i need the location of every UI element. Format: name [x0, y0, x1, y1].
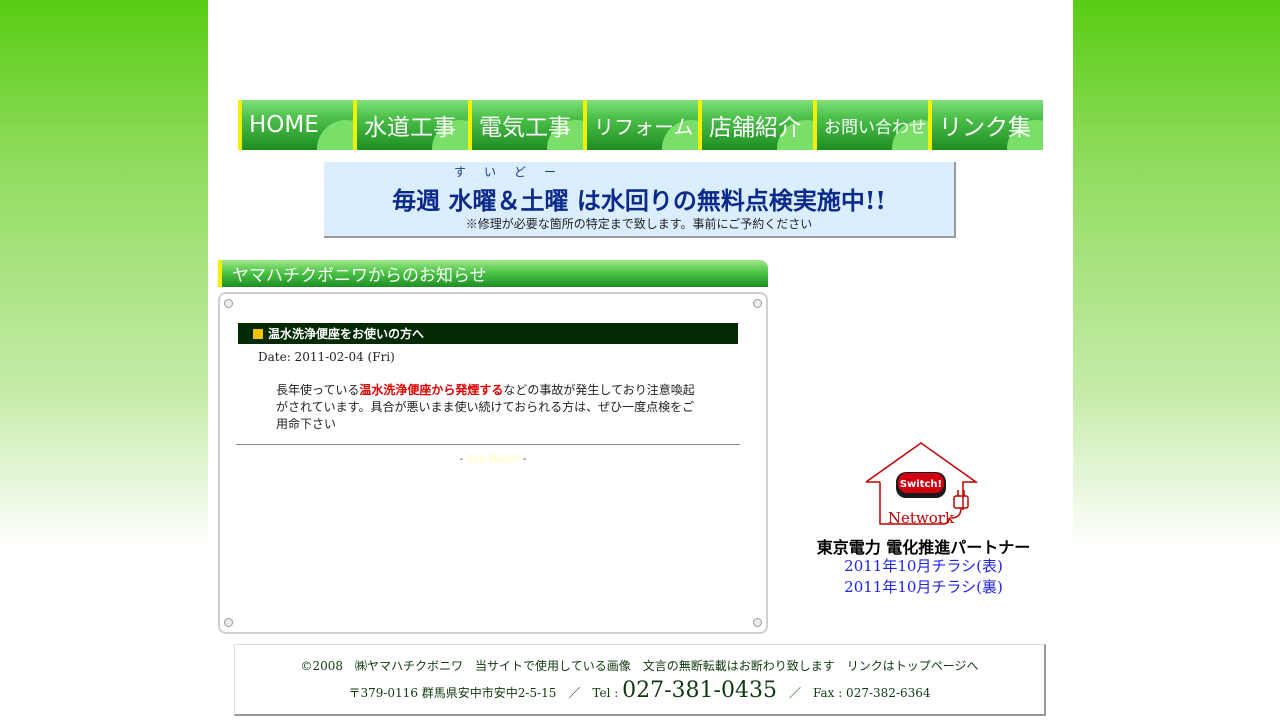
notice-section-header: ヤマハチクボニワからのお知らせ [218, 260, 768, 287]
article-date: Date: 2011-02-04 (Fri) [258, 350, 395, 364]
nav-item-reform[interactable]: リフォーム [583, 100, 698, 150]
screw-icon [224, 299, 233, 308]
copyright-notice: ©2008 ㈱ヤマハチクボニワ 当サイトで使用している画像 文言の無断転載はお断… [300, 659, 979, 673]
nav-item-label: リンク集 [939, 115, 1031, 141]
nav-item-electrical[interactable]: 電気工事 [468, 100, 583, 150]
inspection-banner: すいどー 毎週 水曜＆土曜 は水回りの無料点検実施中!! ※修理が必要な箇所の特… [324, 162, 956, 238]
article-body: 長年使っている温水洗浄便座から発煙するなどの事故が発生しており注意喚起がされてい… [276, 382, 701, 433]
nav-item-label: 店舗紹介 [709, 115, 801, 141]
phone-number: 027-381-0435 [622, 678, 777, 703]
logo-network-text: Network [888, 509, 955, 527]
notice-section-title: ヤマハチクボニワからのお知らせ [232, 266, 487, 286]
notice-board: 温水洗浄便座をお使いの方へ Date: 2011-02-04 (Fri) 長年使… [218, 292, 768, 634]
main-navigation: HOME 水道工事 電気工事 リフォーム 店舗紹介 お問い合わせ リンク集 [238, 100, 1043, 150]
credit-link[interactable]: Sun Board [466, 454, 519, 465]
flyer-link-front[interactable]: 2011年10月チラシ(表) [806, 555, 1041, 576]
nav-item-plumbing[interactable]: 水道工事 [353, 100, 468, 150]
divider [236, 444, 740, 445]
nav-item-links[interactable]: リンク集 [928, 100, 1043, 150]
banner-headline: 毎週 水曜＆土曜 は水回りの無料点検実施中!! [392, 186, 886, 215]
screw-icon [224, 618, 233, 627]
nav-item-label: 水道工事 [364, 115, 456, 141]
nav-curve-decoration [317, 120, 353, 150]
article-title: 温水洗浄便座をお使いの方へ [268, 327, 425, 341]
nav-item-label: お問い合わせ [824, 117, 926, 138]
logo-button-text: Switch! [900, 479, 942, 490]
nav-item-stores[interactable]: 店舗紹介 [698, 100, 813, 150]
page-container: HOME 水道工事 電気工事 リフォーム 店舗紹介 お問い合わせ リンク集 すい… [208, 0, 1073, 720]
banner-ruby-text: すいどー [454, 165, 575, 179]
credit-suffix: - [519, 454, 527, 465]
flyer-link-back[interactable]: 2011年10月チラシ(裏) [806, 576, 1041, 597]
banner-note: ※修理が必要な箇所の特定まで致します。事前にご予約ください [465, 217, 813, 231]
board-credit: - Sun Board - [220, 454, 766, 465]
switch-network-logo[interactable]: Switch! Network [863, 440, 983, 528]
article-body-highlight: 温水洗浄便座から発煙する [359, 383, 504, 397]
screw-icon [753, 618, 762, 627]
nav-item-label: 電気工事 [479, 115, 571, 141]
contact-info: 〒379-0116 群馬県安中市安中2-5-15 ／ Tel : 027-381… [235, 678, 1044, 703]
article-title-bar: 温水洗浄便座をお使いの方へ [238, 323, 738, 344]
nav-item-label: リフォーム [594, 114, 694, 139]
nav-item-home[interactable]: HOME [238, 100, 353, 150]
fax-number: ／ Fax : 027-382-6364 [776, 686, 931, 700]
square-bullet-icon [253, 328, 263, 339]
nav-item-label: HOME [249, 112, 319, 138]
site-footer: ©2008 ㈱ヤマハチクボニワ 当サイトで使用している画像 文言の無断転載はお断… [234, 644, 1046, 716]
screw-icon [753, 299, 762, 308]
address: 〒379-0116 群馬県安中市安中2-5-15 ／ Tel : [348, 686, 623, 700]
article-body-text: 長年使っている [276, 383, 360, 397]
nav-item-contact[interactable]: お問い合わせ [813, 100, 928, 150]
